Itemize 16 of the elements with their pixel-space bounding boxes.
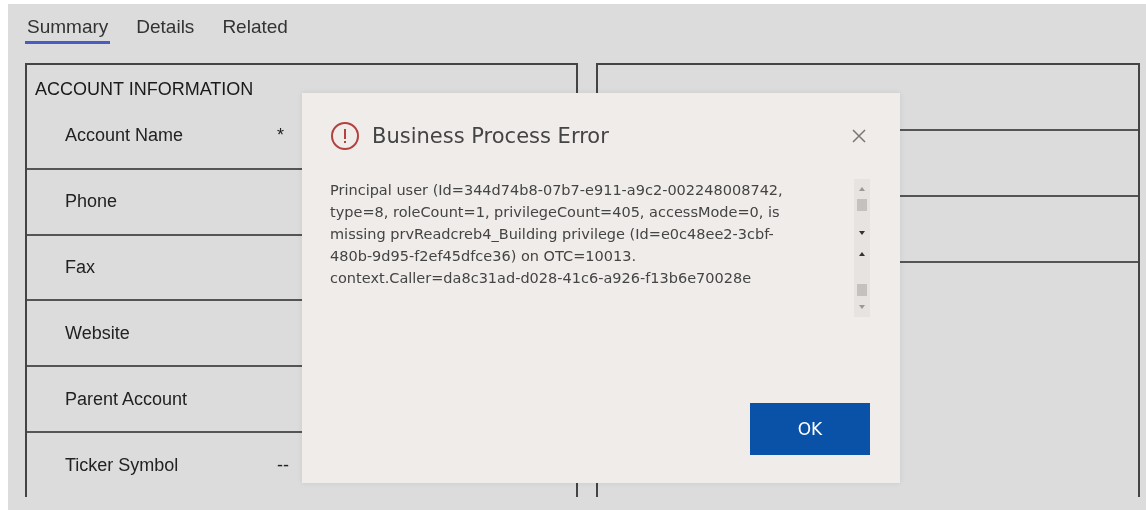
error-icon [330, 121, 360, 151]
dialog-title: Business Process Error [372, 124, 610, 148]
field-value: * [277, 125, 284, 147]
field-label: Parent Account [65, 388, 189, 410]
ok-button[interactable]: OK [750, 403, 870, 455]
tab[interactable]: Details [134, 14, 197, 44]
error-message: Principal user (Id=344d74b8-07b7-e911-a9c2-002248008742, type=8, roleCount=1, privilegeCount=405, accessMode=0, is missing prvReadcreb4_Building privilege (Id=e0c48ee2-3cbf-480b-9d95-f2ef45dfce36) on OTC=10013. context.Caller=da8c31ad-d028-41c6-a926-f13b6e70028e [330, 181, 784, 288]
field-label: Website [65, 322, 131, 344]
section-title: ACCOUNT INFORMATION [34, 78, 255, 101]
field-label: Fax [65, 257, 96, 279]
field-value: -- [277, 454, 289, 476]
tab[interactable]: Related [220, 14, 290, 44]
field-label: Phone [65, 191, 119, 213]
field-label: Account Name [65, 125, 185, 147]
tab[interactable]: Summary [25, 14, 111, 44]
field-label: Ticker Symbol [65, 454, 180, 476]
